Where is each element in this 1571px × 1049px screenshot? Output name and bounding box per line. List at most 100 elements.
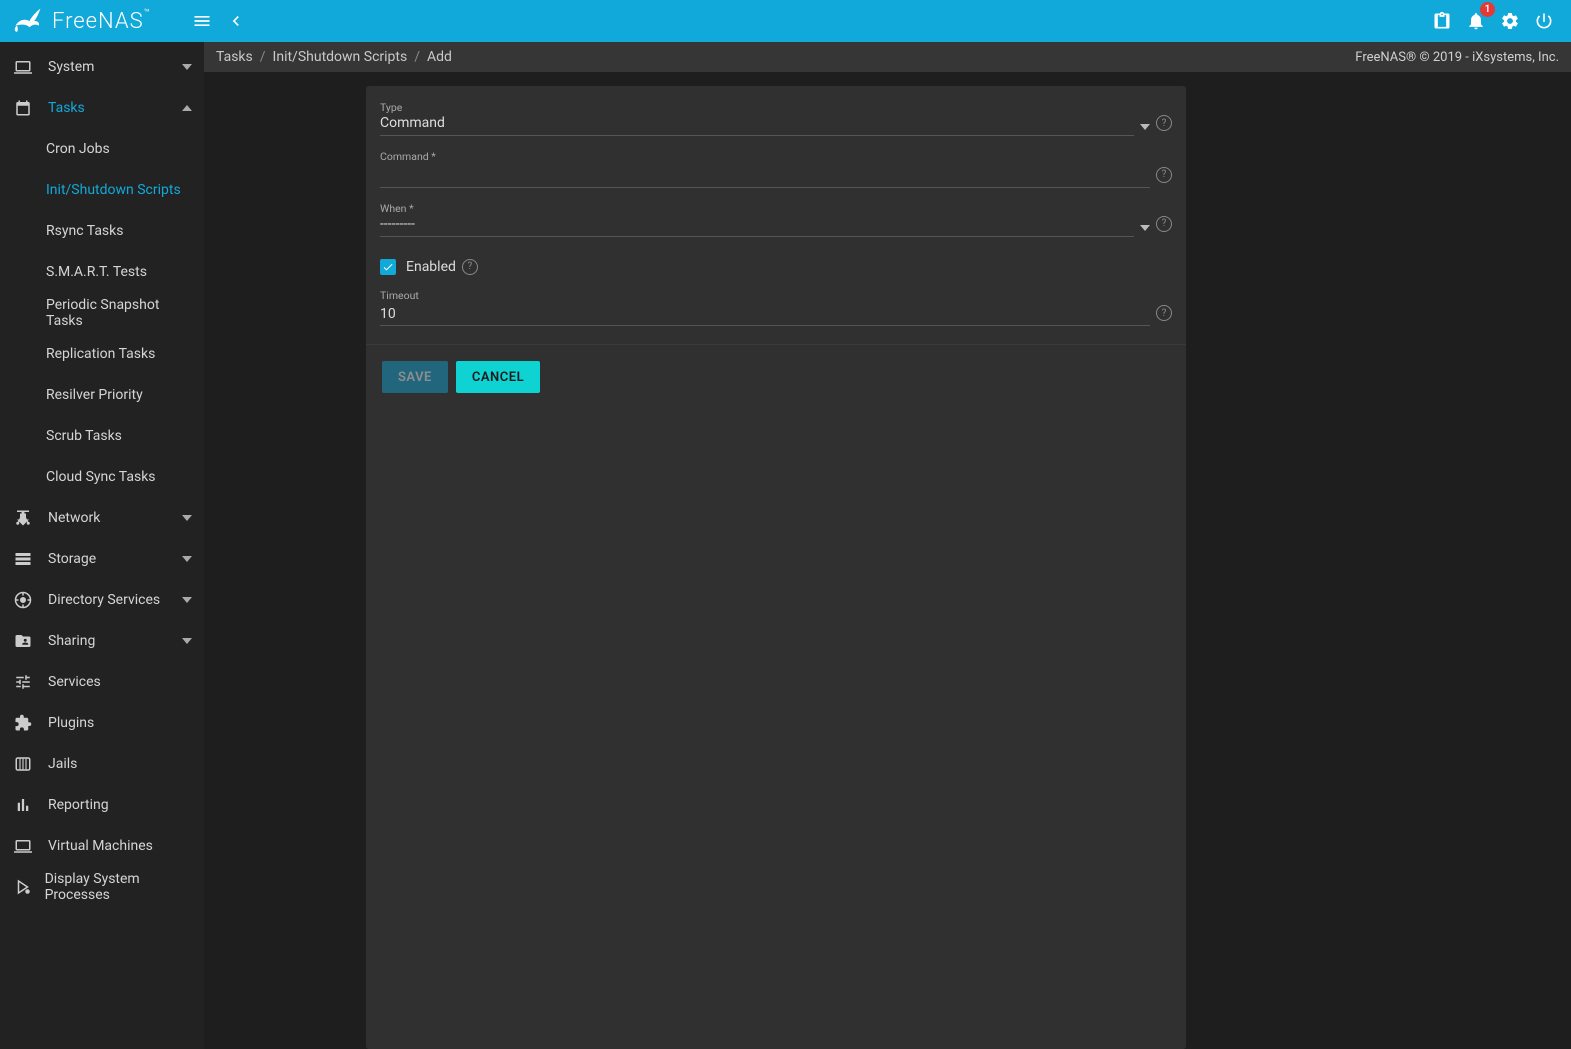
when-select[interactable]: When * --------- xyxy=(380,202,1134,237)
brand-logo[interactable]: FreeNAS™ xyxy=(12,7,151,35)
help-icon[interactable]: ? xyxy=(1156,216,1172,232)
hamburger-icon xyxy=(192,11,212,31)
tune-icon xyxy=(12,673,48,691)
sidebar-item-label: Sharing xyxy=(48,633,95,649)
sidebar-item-label: Plugins xyxy=(48,715,94,731)
sidebar-item-plugins[interactable]: Plugins xyxy=(0,702,204,743)
sidebar-item-resilver-priority[interactable]: Resilver Priority xyxy=(0,374,204,415)
sidebar-item-cron-jobs[interactable]: Cron Jobs xyxy=(0,128,204,169)
cancel-button[interactable]: CANCEL xyxy=(456,361,540,393)
timeout-input-wrap[interactable]: Timeout xyxy=(380,289,1150,327)
help-icon xyxy=(12,591,48,609)
field-type: Type Command ? xyxy=(380,101,1172,136)
breadcrumb-tasks[interactable]: Tasks xyxy=(216,49,253,65)
field-when: When * --------- ? xyxy=(380,202,1172,237)
enabled-checkbox[interactable] xyxy=(380,259,396,275)
sidebar-item-tasks[interactable]: Tasks xyxy=(0,87,204,128)
help-icon[interactable]: ? xyxy=(462,259,478,275)
type-label: Type xyxy=(380,101,1134,114)
laptop-icon xyxy=(12,837,48,855)
breadcrumb-add[interactable]: Add xyxy=(427,49,452,65)
sidebar-item-cloud-sync-tasks[interactable]: Cloud Sync Tasks xyxy=(0,456,204,497)
folder-shared-icon xyxy=(12,632,48,650)
chevron-down-icon xyxy=(1140,124,1150,136)
chevron-up-icon xyxy=(182,105,192,111)
chevron-down-icon xyxy=(182,556,192,562)
sidebar-item-init-shutdown-scripts[interactable]: Init/Shutdown Scripts xyxy=(0,169,204,210)
sidebar-item-label: Tasks xyxy=(48,100,85,116)
topbar: FreeNAS™ 1 xyxy=(0,0,1571,42)
command-input-wrap[interactable]: Command * xyxy=(380,150,1150,188)
help-icon[interactable]: ? xyxy=(1156,305,1172,321)
sidebar-item-label: Network xyxy=(48,510,100,526)
sidebar-item-replication-tasks[interactable]: Replication Tasks xyxy=(0,333,204,374)
check-icon xyxy=(382,261,394,273)
breadcrumb-initshutdown[interactable]: Init/Shutdown Scripts xyxy=(273,49,408,65)
sidebar-item-label: Display System Processes xyxy=(45,871,192,903)
help-icon[interactable]: ? xyxy=(1156,115,1172,131)
timeout-label: Timeout xyxy=(380,289,1150,302)
timeout-input[interactable] xyxy=(380,305,1150,322)
sidebar-item-label: Reporting xyxy=(48,797,109,813)
sidebar-item-system[interactable]: System xyxy=(0,46,204,87)
bar-chart-icon xyxy=(12,796,48,814)
sidebar: System Tasks Cron JobsInit/Shutdown Script… xyxy=(0,42,204,1049)
sidebar-item-s-m-a-r-t-tests[interactable]: S.M.A.R.T. Tests xyxy=(0,251,204,292)
notification-badge: 1 xyxy=(1480,2,1495,17)
jail-icon xyxy=(12,755,48,773)
sidebar-item-label: System xyxy=(48,59,94,75)
form-card: Type Command ? Command * xyxy=(366,86,1186,1049)
field-timeout: Timeout ? xyxy=(380,289,1172,327)
type-value: Command xyxy=(380,115,1134,132)
calendar-icon xyxy=(12,99,48,117)
sidebar-item-rsync-tasks[interactable]: Rsync Tasks xyxy=(0,210,204,251)
sidebar-item-display-system-processes[interactable]: Display System Processes xyxy=(0,866,204,907)
when-label: When * xyxy=(380,202,1134,215)
menu-button[interactable] xyxy=(185,4,219,38)
share-icon xyxy=(12,509,48,527)
clipboard-icon xyxy=(1432,11,1452,31)
sidebar-item-directory-services[interactable]: Directory Services xyxy=(0,579,204,620)
clipboard-button[interactable] xyxy=(1425,4,1459,38)
sidebar-item-virtual-machines[interactable]: Virtual Machines xyxy=(0,825,204,866)
sidebar-item-label: Virtual Machines xyxy=(48,838,153,854)
shark-icon xyxy=(12,7,44,35)
field-enabled: Enabled ? xyxy=(380,251,1172,283)
chevron-down-icon xyxy=(1140,225,1150,237)
gear-icon xyxy=(1500,11,1520,31)
sidebar-item-scrub-tasks[interactable]: Scrub Tasks xyxy=(0,415,204,456)
chevron-down-icon xyxy=(182,638,192,644)
sidebar-item-label: Services xyxy=(48,674,101,690)
storage-icon xyxy=(12,550,48,568)
sidebar-item-services[interactable]: Services xyxy=(0,661,204,702)
save-button[interactable]: SAVE xyxy=(382,361,448,393)
back-button[interactable] xyxy=(219,4,253,38)
sidebar-item-label: Jails xyxy=(48,756,77,772)
brand-text: FreeNAS xyxy=(52,9,144,34)
command-input[interactable] xyxy=(380,167,1150,184)
settings-button[interactable] xyxy=(1493,4,1527,38)
sidebar-item-jails[interactable]: Jails xyxy=(0,743,204,784)
sidebar-item-sharing[interactable]: Sharing xyxy=(0,620,204,661)
sidebar-item-periodic-snapshot-tasks[interactable]: Periodic Snapshot Tasks xyxy=(0,292,204,333)
power-button[interactable] xyxy=(1527,4,1561,38)
copyright-text: FreeNAS® © 2019 - iXsystems, Inc. xyxy=(1355,50,1559,65)
sidebar-item-label: Storage xyxy=(48,551,96,567)
sidebar-item-network[interactable]: Network xyxy=(0,497,204,538)
chevron-down-icon xyxy=(182,64,192,70)
when-value: --------- xyxy=(380,216,1134,233)
sidebar-item-storage[interactable]: Storage xyxy=(0,538,204,579)
processes-icon xyxy=(12,878,45,896)
breadcrumb: Tasks / Init/Shutdown Scripts / Add Free… xyxy=(204,42,1571,72)
power-icon xyxy=(1534,11,1554,31)
laptop-icon xyxy=(12,58,48,76)
help-icon[interactable]: ? xyxy=(1156,167,1172,183)
sidebar-item-reporting[interactable]: Reporting xyxy=(0,784,204,825)
type-select[interactable]: Type Command xyxy=(380,101,1134,136)
chevron-down-icon xyxy=(182,597,192,603)
command-label: Command * xyxy=(380,150,1150,163)
sidebar-item-label: Directory Services xyxy=(48,592,160,608)
extension-icon xyxy=(12,714,48,732)
notifications-button[interactable]: 1 xyxy=(1459,4,1493,38)
chevron-left-icon xyxy=(226,11,246,31)
